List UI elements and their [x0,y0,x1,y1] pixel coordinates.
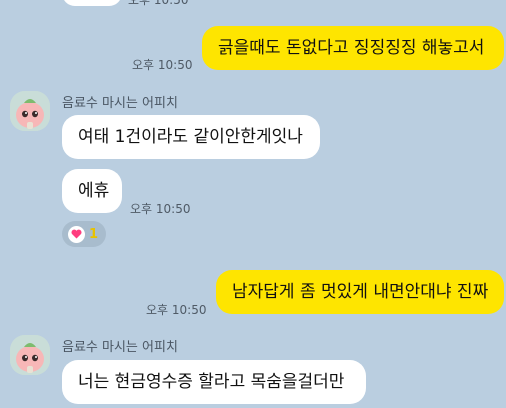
incoming-message-bubble[interactable]: 여태 1건이라도 같이안한게잇나 [62,115,320,159]
sender-name: 음료수 마시는 어피치 [62,96,178,111]
reaction-badge[interactable]: 1 [62,221,107,247]
previous-message-bubble [62,0,122,6]
reaction-count: 1 [89,226,99,242]
avatar[interactable] [10,335,50,375]
apeach-avatar-icon [10,91,50,131]
outgoing-message-bubble[interactable]: 남자답게 좀 멋있게 내면안대냐 진짜 [216,270,504,314]
message-time: 오후 10:50 [130,202,191,216]
message-time: 오후 10:50 [132,58,193,72]
incoming-message-bubble[interactable]: 에휴 [62,169,122,213]
avatar[interactable] [10,91,50,131]
incoming-message-bubble[interactable]: 너는 현금영수증 할라고 목숨을걸더만 [62,360,366,404]
apeach-avatar-icon [10,335,50,375]
outgoing-message-bubble[interactable]: 긁을때도 돈없다고 징징징징 해놓고서 [202,26,504,70]
message-time: 오후 10:50 [128,0,189,7]
message-time: 오후 10:50 [146,303,207,317]
heart-icon [68,225,85,243]
sender-name: 음료수 마시는 어피치 [62,340,178,355]
